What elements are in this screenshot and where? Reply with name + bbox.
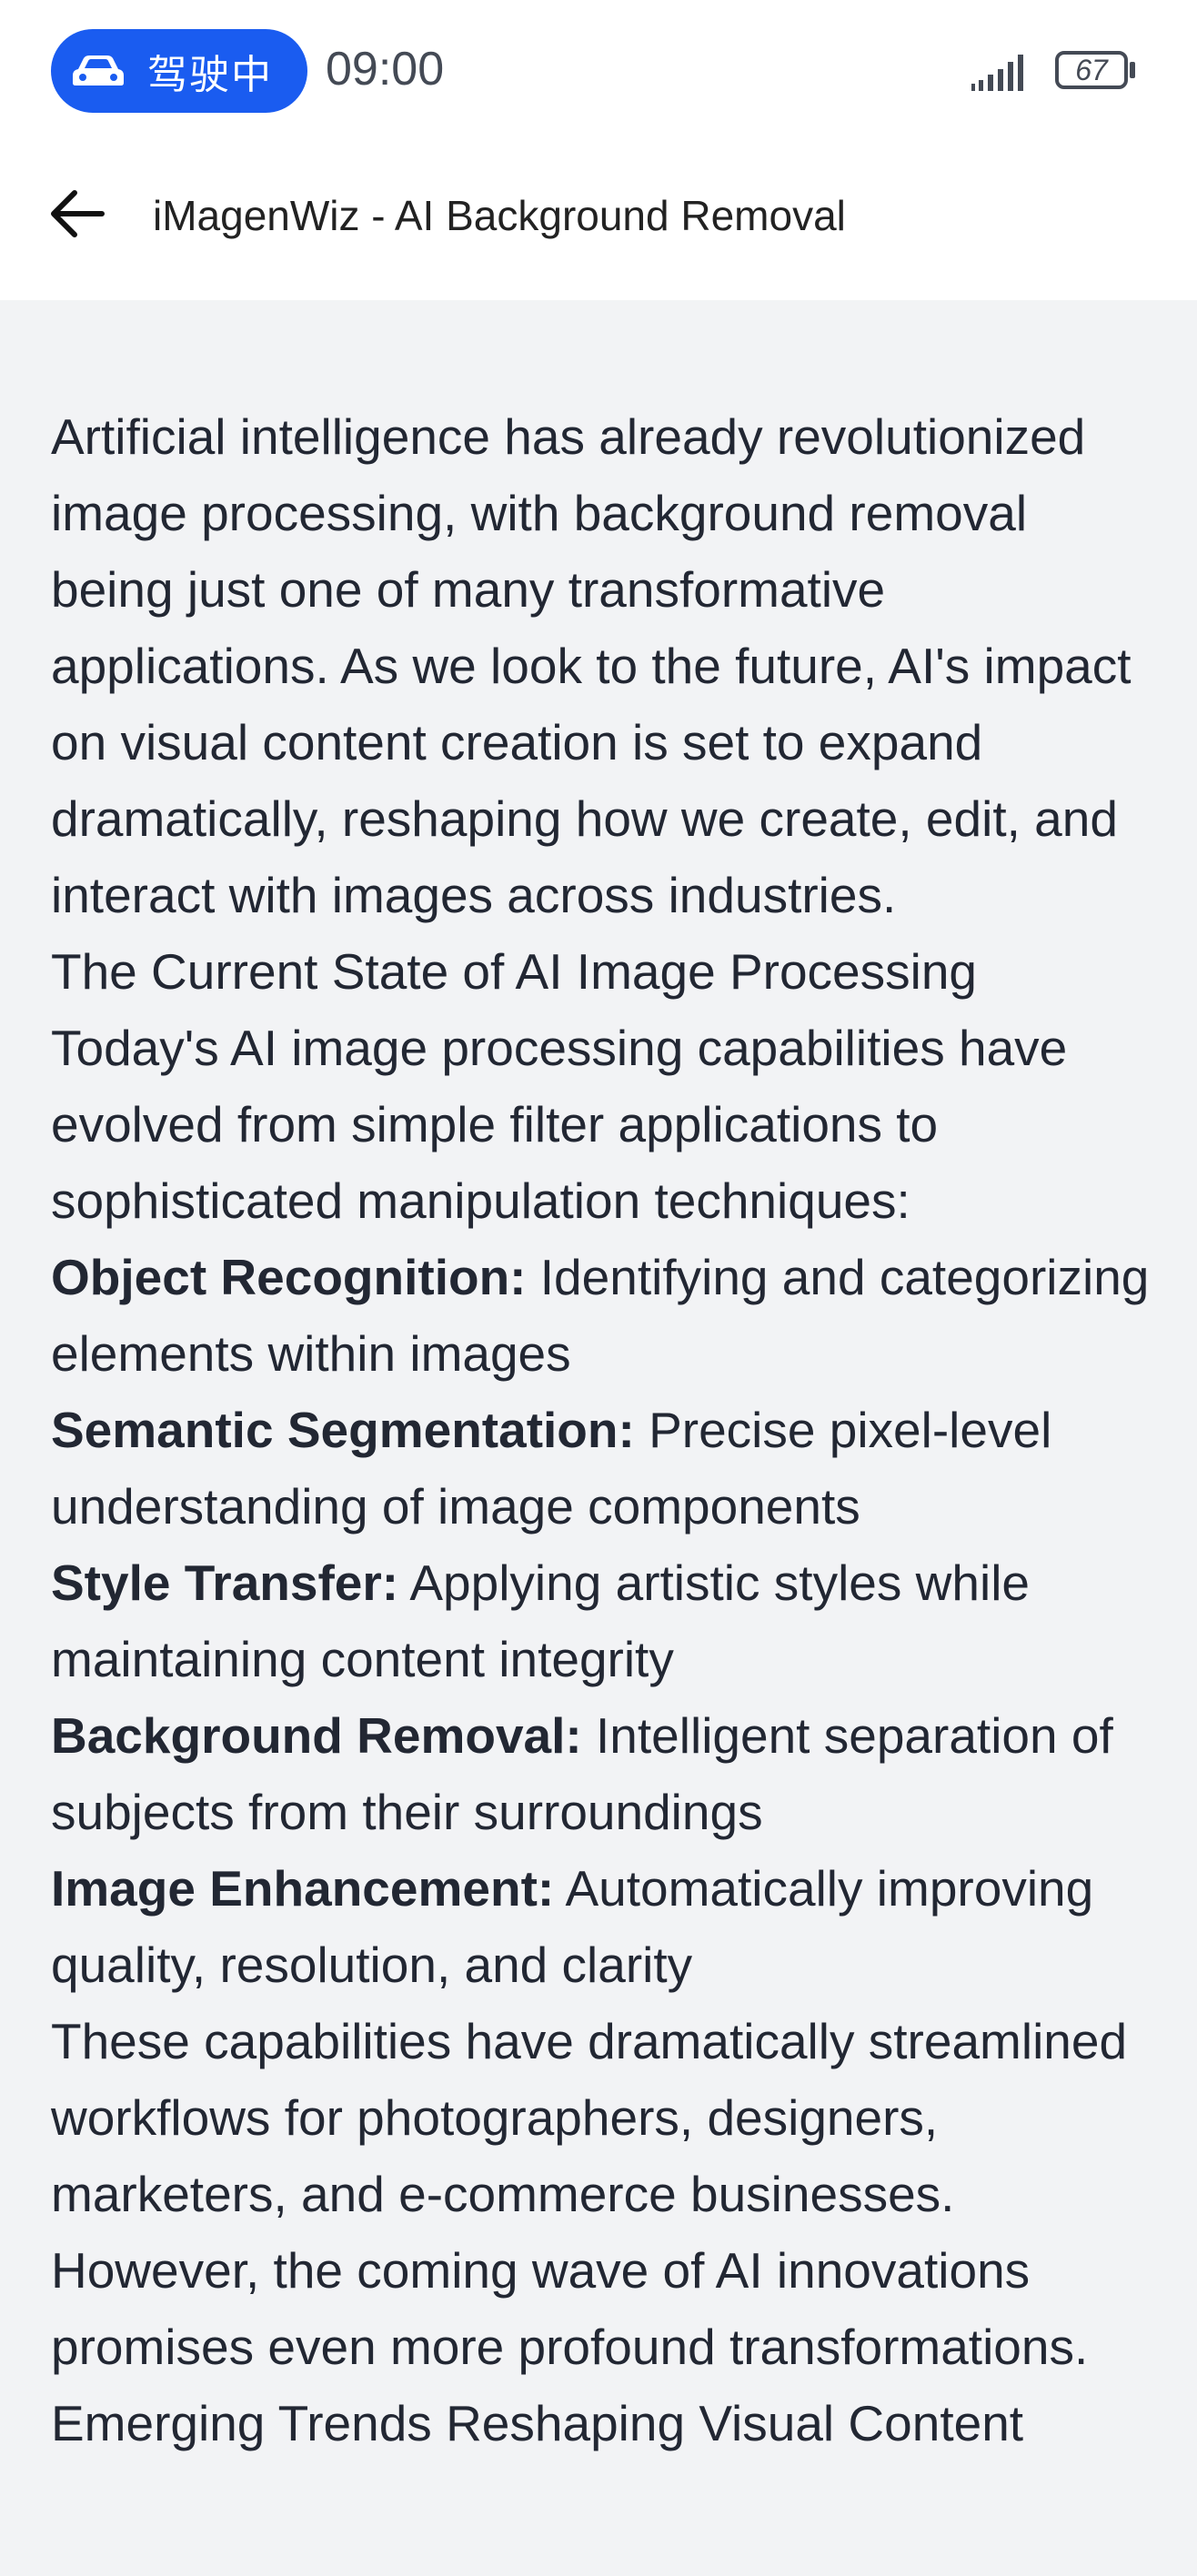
article-body: Artificial intelligence has already revo…	[51, 398, 1152, 2461]
battery-level: 67	[1075, 53, 1108, 86]
capability-item: Object Recognition: Identifying and cate…	[51, 1239, 1152, 1392]
status-bar: 驾驶中 09:00 67	[0, 0, 1197, 146]
page-title: iMagenWiz - AI Background Removal	[153, 192, 846, 239]
driving-mode-badge[interactable]: 驾驶中	[51, 29, 307, 113]
battery-body: 67	[1055, 51, 1128, 89]
capability-item: Style Transfer: Applying artistic styles…	[51, 1545, 1152, 1697]
car-icon	[73, 55, 124, 86]
battery-icon: 67	[1055, 51, 1135, 89]
capability-item: Semantic Segmentation: Precise pixel-lev…	[51, 1392, 1152, 1545]
section-heading: The Current State of AI Image Processing	[51, 943, 978, 1000]
capability-term: Style Transfer:	[51, 1555, 399, 1611]
nav-bar: iMagenWiz - AI Background Removal	[0, 146, 1197, 300]
capability-item: Image Enhancement: Automatically improvi…	[51, 1850, 1152, 2003]
capability-term: Semantic Segmentation:	[51, 1402, 635, 1458]
status-time: 09:00	[326, 43, 445, 96]
driving-mode-label: 驾驶中	[147, 53, 273, 97]
signal-strength-icon	[971, 55, 1023, 91]
article-intro: Artificial intelligence has already revo…	[51, 408, 1132, 923]
section-intro: Today's AI image processing capabilities…	[51, 1020, 1068, 1229]
capability-term: Object Recognition:	[51, 1249, 527, 1305]
capability-term: Background Removal:	[51, 1707, 582, 1764]
capability-item: Background Removal: Intelligent separati…	[51, 1697, 1152, 1850]
closing-paragraph: These capabilities have dramatically str…	[51, 2013, 1128, 2375]
battery-tip	[1130, 62, 1135, 78]
next-section-heading: Emerging Trends Reshaping Visual Content	[51, 2395, 1024, 2451]
arrow-left-icon[interactable]	[45, 182, 109, 246]
capability-term: Image Enhancement:	[51, 1860, 555, 1917]
